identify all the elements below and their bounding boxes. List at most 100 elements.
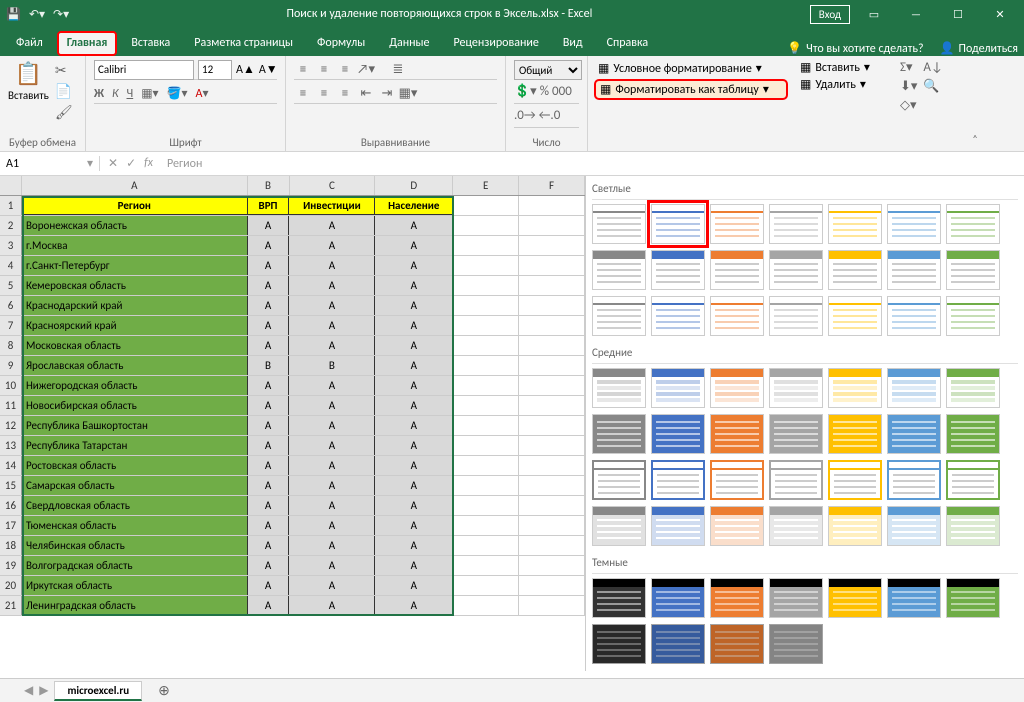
table-style-thumb[interactable] bbox=[887, 506, 941, 546]
number-format-select[interactable]: Общий bbox=[514, 60, 582, 80]
increase-indent-icon[interactable]: ⇥ bbox=[378, 84, 396, 102]
orientation-icon[interactable]: ↗▾ bbox=[357, 60, 375, 78]
align-middle-icon[interactable]: ≡ bbox=[315, 60, 333, 78]
insert-cells-button[interactable]: ▦Вставить ▾ bbox=[800, 60, 888, 75]
conditional-formatting-button[interactable]: ▦Условное форматирование ▾ bbox=[594, 60, 788, 77]
maximize-icon[interactable]: ☐ bbox=[940, 8, 976, 21]
table-style-thumb[interactable] bbox=[651, 250, 705, 290]
table-style-thumb[interactable] bbox=[769, 460, 823, 500]
table-style-thumb[interactable] bbox=[828, 250, 882, 290]
table-style-thumb[interactable] bbox=[769, 414, 823, 454]
font-color-icon[interactable]: A▾ bbox=[196, 86, 209, 101]
table-style-thumb[interactable] bbox=[592, 250, 646, 290]
enter-formula-icon[interactable]: ✓ bbox=[126, 156, 136, 171]
sheet-nav-next-icon[interactable]: ▶ bbox=[39, 683, 48, 698]
table-style-thumb[interactable] bbox=[651, 506, 705, 546]
table-style-thumb[interactable] bbox=[651, 624, 705, 664]
table-style-thumb[interactable] bbox=[592, 578, 646, 618]
tab-help[interactable]: Справка bbox=[597, 31, 659, 56]
table-style-thumb[interactable] bbox=[710, 460, 764, 500]
spreadsheet-grid[interactable]: A B C D E F 1РегионВРПИнвестицииНаселени… bbox=[0, 176, 585, 671]
table-style-thumb[interactable] bbox=[946, 414, 1000, 454]
table-style-thumb[interactable] bbox=[887, 368, 941, 408]
table-style-thumb[interactable] bbox=[828, 414, 882, 454]
fill-icon[interactable]: ⬇▾ bbox=[900, 79, 917, 94]
increase-decimal-icon[interactable]: .0→ bbox=[514, 108, 536, 127]
table-style-thumb[interactable] bbox=[828, 204, 882, 244]
table-style-thumb[interactable] bbox=[946, 204, 1000, 244]
tab-home[interactable]: Главная bbox=[57, 31, 118, 56]
table-style-thumb[interactable] bbox=[946, 296, 1000, 336]
table-style-thumb[interactable] bbox=[887, 460, 941, 500]
col-header[interactable]: B bbox=[248, 176, 290, 195]
tab-file[interactable]: Файл bbox=[6, 31, 53, 56]
table-style-thumb[interactable] bbox=[651, 414, 705, 454]
tab-data[interactable]: Данные bbox=[379, 31, 439, 56]
table-style-thumb[interactable] bbox=[769, 204, 823, 244]
font-size-input[interactable] bbox=[198, 60, 232, 80]
underline-icon[interactable]: Ч bbox=[127, 87, 134, 101]
clear-icon[interactable]: ◇▾ bbox=[900, 98, 917, 113]
add-sheet-icon[interactable]: ⊕ bbox=[148, 682, 180, 699]
cancel-formula-icon[interactable]: ✕ bbox=[108, 156, 118, 171]
percent-icon[interactable]: % bbox=[540, 84, 549, 103]
table-style-thumb[interactable] bbox=[592, 460, 646, 500]
table-style-thumb[interactable] bbox=[887, 414, 941, 454]
copy-icon[interactable]: 📄 bbox=[55, 83, 73, 100]
fill-color-icon[interactable]: 🪣▾ bbox=[167, 86, 188, 101]
sort-filter-icon[interactable]: A↓ bbox=[923, 60, 942, 75]
table-style-thumb[interactable] bbox=[710, 296, 764, 336]
table-style-thumb[interactable] bbox=[769, 506, 823, 546]
table-style-thumb[interactable] bbox=[592, 506, 646, 546]
redo-icon[interactable]: ↷▾ bbox=[53, 7, 69, 22]
undo-icon[interactable]: ↶▾ bbox=[29, 7, 45, 22]
col-header[interactable]: C bbox=[290, 176, 376, 195]
sheet-nav-prev-icon[interactable]: ◀ bbox=[24, 683, 33, 698]
format-as-table-button[interactable]: ▦Форматировать как таблицу ▾ bbox=[594, 79, 788, 100]
align-top-icon[interactable]: ≡ bbox=[294, 60, 312, 78]
table-style-thumb[interactable] bbox=[946, 506, 1000, 546]
table-style-thumb[interactable] bbox=[769, 296, 823, 336]
table-style-thumb[interactable] bbox=[769, 368, 823, 408]
table-style-thumb[interactable] bbox=[710, 506, 764, 546]
table-style-thumb[interactable] bbox=[946, 250, 1000, 290]
table-style-thumb[interactable] bbox=[710, 578, 764, 618]
table-style-thumb[interactable] bbox=[946, 460, 1000, 500]
table-style-thumb[interactable] bbox=[828, 368, 882, 408]
table-style-thumb[interactable] bbox=[651, 296, 705, 336]
signin-button[interactable]: Вход bbox=[810, 5, 850, 24]
table-style-thumb[interactable] bbox=[828, 296, 882, 336]
tab-view[interactable]: Вид bbox=[553, 31, 593, 56]
format-painter-icon[interactable]: 🖌 bbox=[55, 104, 73, 121]
col-header[interactable]: A bbox=[22, 176, 248, 195]
wrap-text-icon[interactable]: ≣ bbox=[389, 60, 407, 78]
table-style-thumb[interactable] bbox=[769, 624, 823, 664]
ribbon-display-icon[interactable]: ▭ bbox=[856, 8, 892, 21]
table-style-thumb[interactable] bbox=[651, 204, 705, 244]
table-style-thumb[interactable] bbox=[592, 414, 646, 454]
table-style-thumb[interactable] bbox=[710, 368, 764, 408]
table-style-thumb[interactable] bbox=[887, 204, 941, 244]
table-style-thumb[interactable] bbox=[769, 250, 823, 290]
autosum-icon[interactable]: Σ▾ bbox=[900, 60, 917, 75]
table-style-thumb[interactable] bbox=[710, 414, 764, 454]
tab-layout[interactable]: Разметка страницы bbox=[184, 31, 303, 56]
table-style-thumb[interactable] bbox=[946, 578, 1000, 618]
bold-icon[interactable]: Ж bbox=[94, 87, 104, 101]
tab-review[interactable]: Рецензирование bbox=[444, 31, 549, 56]
table-style-thumb[interactable] bbox=[651, 368, 705, 408]
increase-font-icon[interactable]: A▲ bbox=[236, 62, 255, 77]
table-style-thumb[interactable] bbox=[887, 578, 941, 618]
paste-button[interactable]: 📋 Вставить bbox=[8, 60, 49, 134]
table-style-thumb[interactable] bbox=[769, 578, 823, 618]
cut-icon[interactable]: ✂ bbox=[55, 62, 73, 79]
italic-icon[interactable]: К bbox=[112, 87, 119, 101]
delete-cells-button[interactable]: ▦Удалить ▾ bbox=[800, 77, 888, 92]
save-icon[interactable]: 💾 bbox=[6, 7, 21, 22]
table-style-thumb[interactable] bbox=[946, 368, 1000, 408]
tell-me[interactable]: 💡Что вы хотите сделать? bbox=[787, 41, 923, 56]
font-name-input[interactable] bbox=[94, 60, 194, 80]
table-style-thumb[interactable] bbox=[592, 204, 646, 244]
align-right-icon[interactable]: ≡ bbox=[336, 84, 354, 102]
currency-icon[interactable]: 💲▾ bbox=[514, 84, 537, 103]
